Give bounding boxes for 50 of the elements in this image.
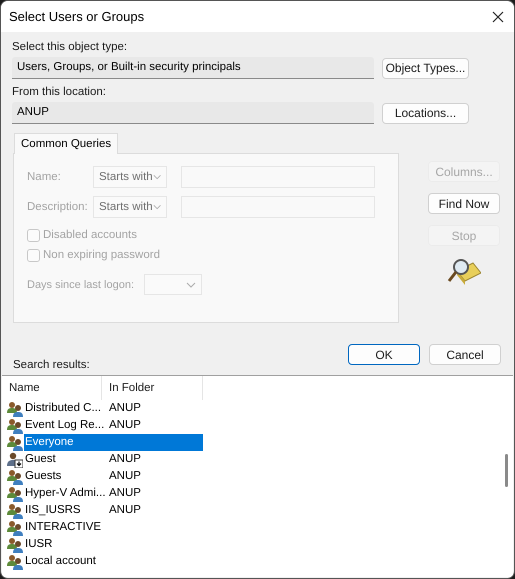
table-cell[interactable]: INTERACTIVE [24, 519, 203, 536]
dialog-button[interactable]: Find Now [428, 193, 500, 214]
user-group-icon [7, 468, 23, 484]
chevron-down-icon [152, 174, 161, 180]
chevron-down-icon [186, 282, 196, 288]
user-group-icon [7, 502, 23, 518]
table-cell-text: ANUP [108, 503, 142, 518]
table-cell[interactable]: Everyone [24, 434, 203, 451]
checkbox-label: Disabled accounts [43, 229, 137, 241]
table-cell-text: ANUP [108, 401, 142, 416]
table-cell[interactable]: Hyper-V Admi... [24, 485, 106, 502]
table-cell[interactable]: IUSR [24, 536, 203, 553]
table-cell-text: ANUP [108, 452, 142, 467]
close-icon[interactable] [492, 10, 504, 22]
object-type-field: Users, Groups, or Built-in security principals [12, 57, 374, 79]
tab[interactable]: Common Queries [14, 133, 118, 154]
checkbox-label: Non expiring password [43, 249, 160, 261]
magnifier-folder-icon [447, 257, 481, 287]
location-field: ANUP [12, 102, 374, 124]
user-group-icon [7, 418, 23, 434]
user-group-icon [7, 434, 23, 450]
chevron-down-icon [152, 204, 161, 210]
table-cell[interactable]: Event Log Re... [24, 417, 104, 434]
column-header[interactable]: Name [2, 376, 102, 400]
results-label: Search results: [13, 358, 90, 373]
table-cell-text: ANUP [108, 418, 142, 433]
table-cell[interactable]: Distributed C... [24, 400, 102, 417]
field-label: Select this object type: [12, 40, 128, 55]
user-group-icon [7, 536, 23, 552]
table-cell-text: ANUP [108, 469, 142, 484]
field-label: From this location: [12, 85, 107, 100]
table-cell[interactable]: Guest [24, 451, 102, 468]
field-label: Days since last logon: [27, 278, 135, 290]
column-header[interactable]: In Folder [102, 376, 203, 400]
user-group-icon [7, 520, 23, 536]
scrollbar-thumb[interactable] [504, 454, 508, 487]
user-download-icon [7, 452, 23, 468]
window-title: Select Users or Groups [9, 9, 144, 24]
table-cell[interactable]: Local account [24, 553, 203, 570]
dialog-button[interactable]: OK [348, 344, 420, 365]
user-group-icon [7, 400, 23, 416]
table-cell[interactable]: Guests [24, 468, 102, 485]
field-label: Description: [27, 201, 89, 213]
user-group-icon [7, 486, 23, 502]
dialog-button[interactable]: Cancel [429, 344, 501, 365]
object-types-button[interactable]: Object Types... [382, 58, 469, 78]
user-group-icon [7, 554, 23, 570]
field-label: Name: [27, 171, 62, 183]
table-cell[interactable]: IIS_IUSRS [24, 502, 102, 519]
locations-button[interactable]: Locations... [382, 102, 469, 124]
